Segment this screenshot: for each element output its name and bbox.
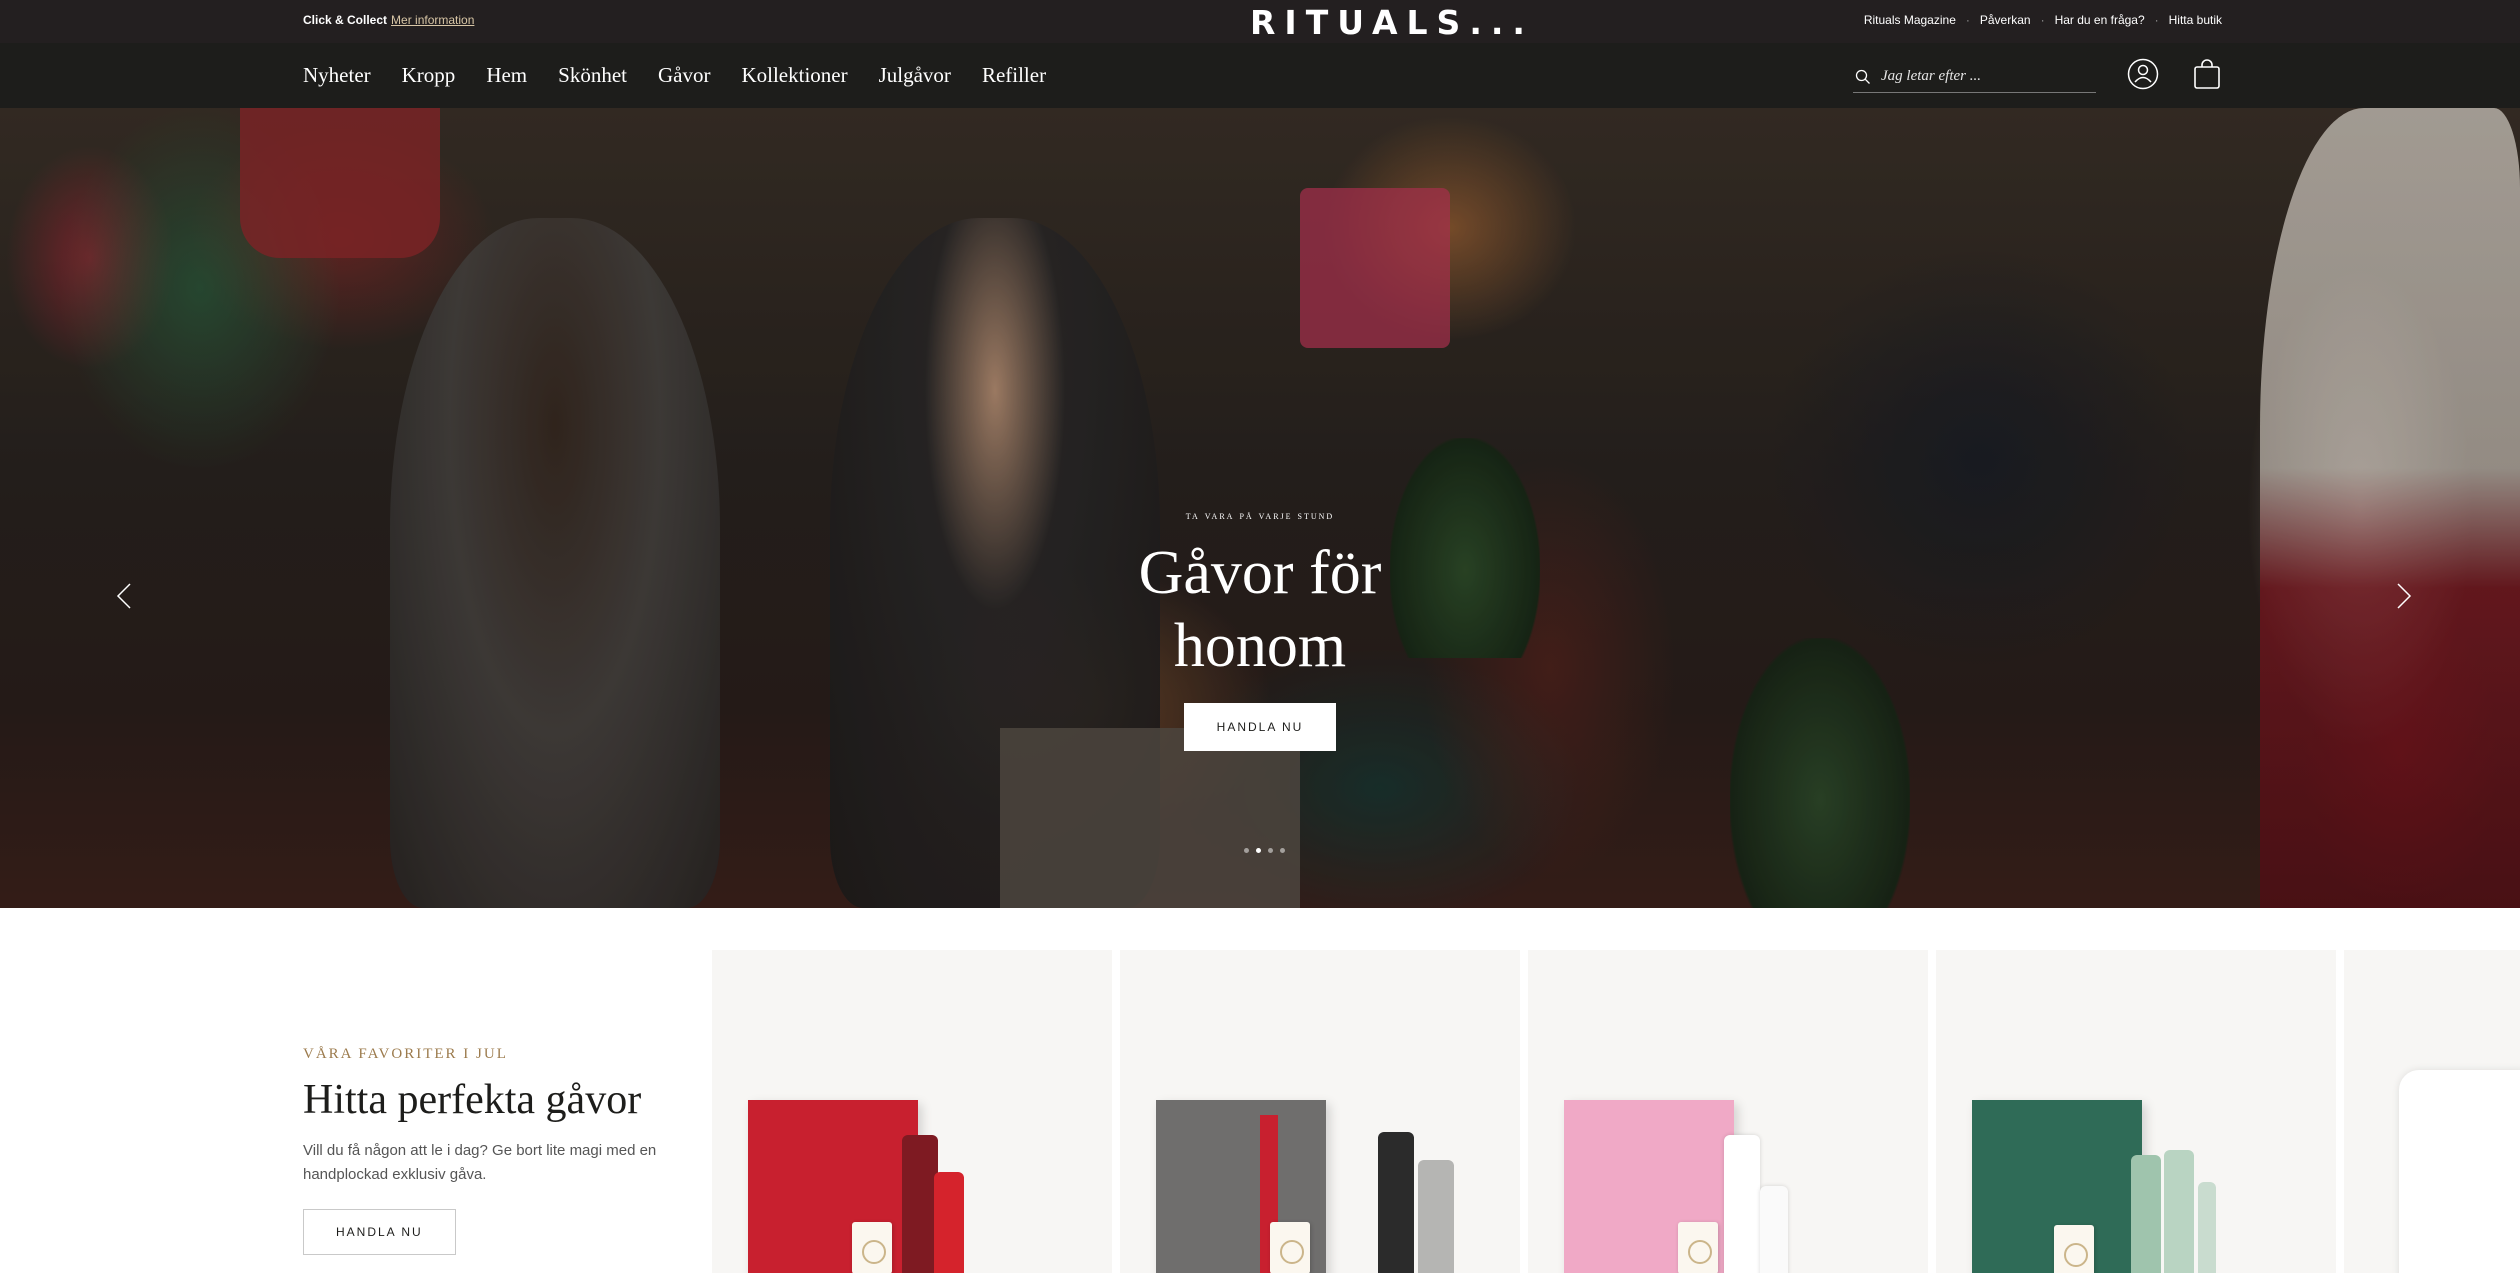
nav-item-julgavor[interactable]: Julgåvor <box>879 63 951 87</box>
product-bottle <box>2131 1155 2161 1273</box>
separator: · <box>2154 13 2159 27</box>
gift-tag <box>2054 1225 2094 1273</box>
nav-item-gavor[interactable]: Gåvor <box>658 63 710 87</box>
product-tube <box>1418 1160 1454 1273</box>
product-tube <box>934 1172 964 1273</box>
user-icon <box>2127 58 2159 90</box>
hero-banner[interactable]: TA VARA PÅ VARJE STUND Gåvor för honom H… <box>0 108 2520 908</box>
utility-links: Rituals Magazine · Påverkan · Har du en … <box>1862 13 2224 27</box>
nav-item-kollektioner[interactable]: Kollektioner <box>741 63 847 87</box>
separator: · <box>2040 13 2045 27</box>
impact-link[interactable]: Påverkan <box>1978 13 2033 27</box>
chevron-right-icon <box>2397 583 2412 609</box>
nav-item-refiller[interactable]: Refiller <box>982 63 1046 87</box>
rituals-logo[interactable]: RITUALS... <box>1250 3 1525 42</box>
favorites-section: VÅRA FAVORITER I JUL Hitta perfekta gåvo… <box>0 908 2520 1273</box>
shopping-bag-button[interactable] <box>2190 57 2224 91</box>
product-tube <box>1760 1186 1788 1273</box>
search-bar[interactable] <box>1853 61 2096 93</box>
top-utility-bar: Click & Collect Mer information RITUALS.… <box>0 0 2520 43</box>
product-mini-bottle <box>2198 1182 2216 1273</box>
product-candle <box>2399 1070 2520 1273</box>
carousel-dot[interactable] <box>1256 848 1261 853</box>
hero-title-line-2: honom <box>1173 612 1347 680</box>
nav-menu: Nyheter Kropp Hem Skönhet Gåvor Kollekti… <box>303 63 1046 87</box>
faq-link[interactable]: Har du en fråga? <box>2053 13 2147 27</box>
favorites-description: Vill du få någon att le i dag? Ge bort l… <box>303 1142 657 1183</box>
product-card-red-gift-set[interactable] <box>712 950 1112 1273</box>
search-icon <box>1855 69 1870 84</box>
carousel-prev-button[interactable] <box>110 576 140 616</box>
carousel-next-button[interactable] <box>2388 576 2418 616</box>
nav-item-skonhet[interactable]: Skönhet <box>558 63 627 87</box>
hero-title: Gåvor för honom <box>1060 537 1460 683</box>
shopping-bag-icon <box>2194 59 2220 89</box>
product-card-grey-gift-set[interactable] <box>1120 950 1520 1273</box>
hero-title-line-1: Gåvor för <box>1138 539 1382 607</box>
chevron-left-icon <box>116 583 131 609</box>
account-button[interactable] <box>2126 57 2160 91</box>
carousel-indicators <box>1244 848 1285 853</box>
product-card-green-gift-set[interactable] <box>1936 950 2336 1273</box>
hero-shop-now-button[interactable]: HANDLA NU <box>1183 703 1337 751</box>
nav-item-kropp[interactable]: Kropp <box>402 63 456 87</box>
gift-tag <box>1678 1222 1718 1273</box>
product-card-pink-gift-set[interactable] <box>1528 950 1928 1273</box>
product-bottle <box>1724 1135 1760 1273</box>
more-info-link[interactable]: Mer information <box>391 13 474 27</box>
separator: · <box>1965 13 1970 27</box>
click-collect-label: Click & Collect <box>303 13 388 27</box>
product-card-partial[interactable] <box>2344 950 2520 1273</box>
search-input[interactable] <box>1881 68 2081 85</box>
product-bottle <box>902 1135 938 1273</box>
magazine-link[interactable]: Rituals Magazine <box>1862 13 1958 27</box>
carousel-dot[interactable] <box>1244 848 1249 853</box>
nav-item-nyheter[interactable]: Nyheter <box>303 63 371 87</box>
favorites-shop-now-button[interactable]: HANDLA NU <box>303 1209 456 1255</box>
carousel-dot[interactable] <box>1268 848 1273 853</box>
product-bottle <box>2164 1150 2194 1273</box>
gift-tag <box>852 1222 892 1273</box>
gift-tag <box>1270 1222 1310 1273</box>
click-collect-notice: Click & Collect Mer information <box>303 13 474 27</box>
favorites-title: Hitta perfekta gåvor <box>303 1077 642 1123</box>
main-navigation: Nyheter Kropp Hem Skönhet Gåvor Kollekti… <box>0 43 2520 108</box>
hero-content: TA VARA PÅ VARJE STUND Gåvor för honom H… <box>1060 508 1460 751</box>
product-bottle <box>1378 1132 1414 1273</box>
favorites-intro: VÅRA FAVORITER I JUL Hitta perfekta gåvo… <box>303 1046 693 1255</box>
hero-eyebrow: TA VARA PÅ VARJE STUND <box>1185 508 1335 522</box>
favorites-eyebrow: VÅRA FAVORITER I JUL <box>303 1046 508 1062</box>
carousel-dot[interactable] <box>1280 848 1285 853</box>
find-store-link[interactable]: Hitta butik <box>2167 13 2224 27</box>
nav-item-hem[interactable]: Hem <box>486 63 527 87</box>
product-box-red <box>748 1100 918 1273</box>
